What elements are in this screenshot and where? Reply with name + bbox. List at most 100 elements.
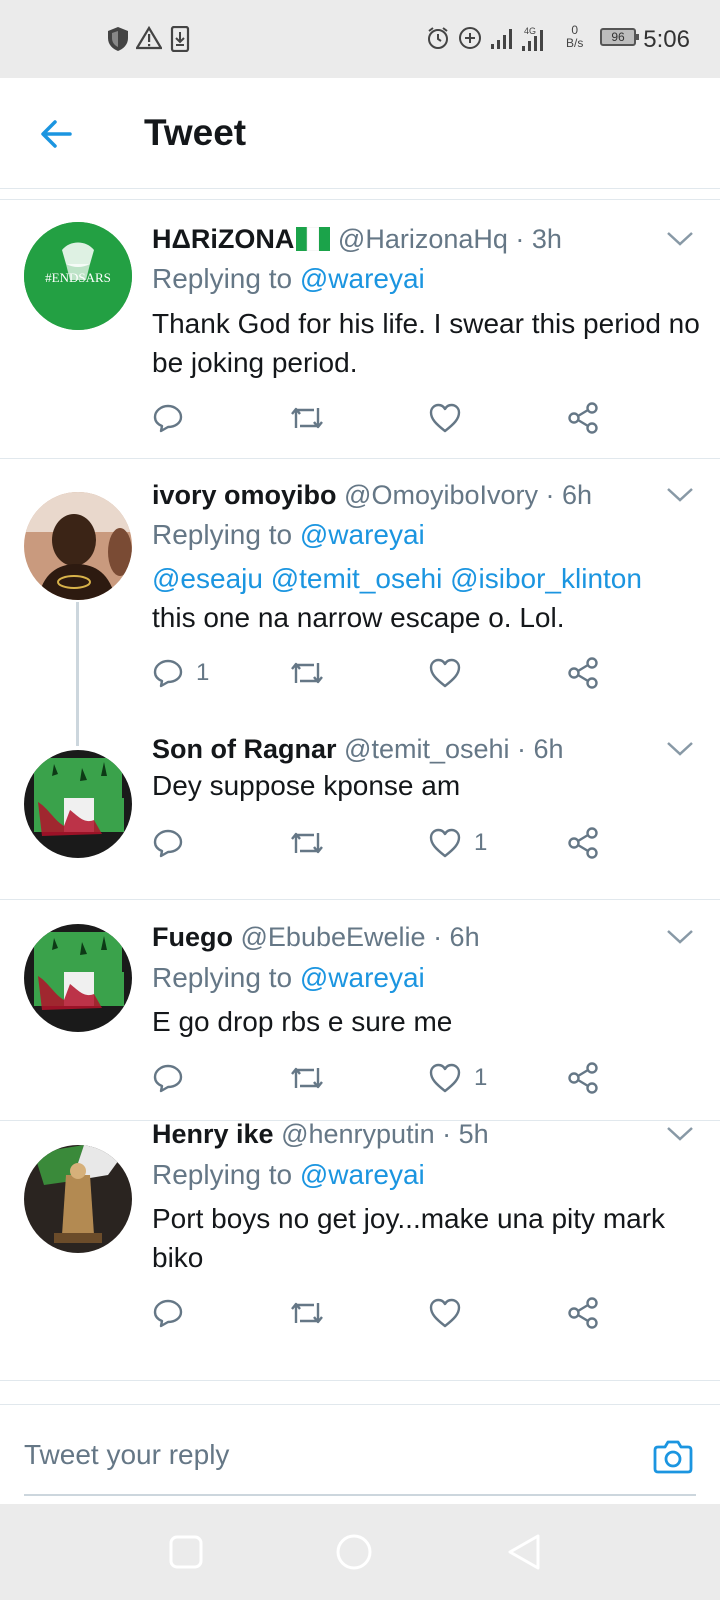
top-app-bar: Tweet [0,78,720,189]
tweet-text: E go drop rbs e sure me [152,1006,453,1037]
avatar-image [24,492,132,600]
chevron-down-icon[interactable] [666,230,694,248]
avatar[interactable] [24,750,132,858]
reply-button[interactable] [152,823,196,863]
battery-level: 96 [611,30,625,44]
battery-icon: 96 [600,28,639,46]
retweet-icon [291,662,323,684]
nigeria-flag-icon [296,226,331,252]
reply-input[interactable]: Tweet your reply [24,1439,229,1471]
share-button[interactable] [566,823,600,863]
divider [0,458,720,459]
chevron-down-icon[interactable] [666,928,694,946]
tweet-actions: 1 [152,653,622,693]
tweet-card[interactable]: Henry ike @henryputin · 5h Replying to @… [0,1119,720,1379]
avatar-text: #ENDSARS [45,270,111,285]
replying-to: Replying to @wareyai [152,962,425,993]
camera-icon[interactable] [652,1435,694,1477]
like-button[interactable] [428,1293,474,1333]
back-arrow-icon[interactable] [36,114,76,154]
display-name[interactable]: ivory omoyibo [152,480,337,510]
share-button[interactable] [566,398,600,438]
share-icon [568,657,598,689]
shield-icon [108,27,128,51]
tweet-card[interactable]: ivory omoyibo @OmoyiboIvory · 6h Replyin… [0,460,720,720]
chevron-down-icon[interactable] [666,486,694,504]
like-count: 1 [474,829,488,856]
timestamp: · 6h [517,734,564,764]
avatar-image [24,1145,132,1253]
tweet-header: Henry ike @henryputin · 5h [152,1119,489,1150]
reply-handle-link[interactable]: @wareyai [300,519,425,550]
heart-icon [429,658,461,688]
avatar-image [24,924,132,1032]
retweet-icon [291,1067,323,1089]
avatar[interactable]: #ENDSARS [24,222,132,330]
tweet-card[interactable]: #ENDSARS HΔRiZONA @HarizonaHq · 3h Reply… [0,200,720,458]
reply-button[interactable]: 1 [152,653,209,693]
net-speed: 0 B/s [566,23,584,50]
like-button[interactable]: 1 [428,823,487,863]
like-button[interactable] [428,398,474,438]
share-button[interactable] [566,653,600,693]
reply-handle-link[interactable]: @wareyai [300,1159,425,1190]
download-icon [170,26,190,52]
reply-icon [153,1299,183,1328]
tweet-header: HΔRiZONA @HarizonaHq · 3h [152,224,562,255]
retweet-button[interactable] [288,1058,326,1098]
avatar[interactable] [24,924,132,1032]
reply-composer: Tweet your reply [0,1404,720,1501]
warning-icon [136,26,162,50]
recents-button[interactable] [166,1532,206,1572]
username[interactable]: @henryputin [281,1119,435,1149]
mention-links[interactable]: @eseaju @temit_osehi @isibor_klinton [152,563,642,595]
reply-handle-link[interactable]: @wareyai [300,263,425,294]
back-button[interactable] [504,1532,544,1572]
avatar-image: #ENDSARS [24,222,132,330]
chevron-down-icon[interactable] [666,1125,694,1143]
home-button[interactable] [334,1532,374,1572]
username[interactable]: @OmoyiboIvory [344,480,538,510]
reply-count: 1 [196,659,210,686]
tweet-text: Port boys no get joy...make una pity mar… [152,1203,666,1273]
display-name[interactable]: Henry ike [152,1119,274,1149]
retweet-button[interactable] [288,1293,326,1333]
timestamp: · 6h [545,480,593,510]
display-name[interactable]: Son of Ragnar [152,734,337,764]
username[interactable]: @temit_osehi [344,734,509,764]
tweet-actions: 1 [152,823,622,863]
display-name[interactable]: Fuego [152,922,233,952]
tweet-header: Son of Ragnar @temit_osehi · 6h [152,734,564,765]
reply-handle-link[interactable]: @wareyai [300,962,425,993]
avatar[interactable] [24,492,132,600]
share-icon [568,827,598,859]
data-saver-icon [459,27,481,49]
share-button[interactable] [566,1058,600,1098]
replying-to: Replying to @wareyai [152,519,425,550]
reply-button[interactable] [152,1058,196,1098]
signal-icon [491,29,512,49]
tweet-card[interactable]: Son of Ragnar @temit_osehi · 6h Dey supp… [0,730,720,880]
display-name[interactable]: HΔRiZONA [152,224,294,254]
like-button[interactable] [428,653,474,693]
username[interactable]: @HarizonaHq [338,224,508,254]
tweet-text: this one na narrow escape o. Lol. [152,602,565,633]
retweet-button[interactable] [288,398,326,438]
signal-4g-icon: 4G [522,26,543,51]
tweet-card[interactable]: Fuego @EbubeEwelie · 6h Replying to @war… [0,900,720,1120]
reply-icon [153,404,183,433]
svg-text:4G: 4G [524,26,536,36]
avatar[interactable] [24,1145,132,1253]
retweet-button[interactable] [288,823,326,863]
username[interactable]: @EbubeEwelie [241,922,426,952]
tweet-header: Fuego @EbubeEwelie · 6h [152,922,480,953]
retweet-button[interactable] [288,653,326,693]
retweet-icon [291,1302,323,1324]
like-count: 1 [474,1064,488,1091]
share-icon [568,1297,598,1329]
chevron-down-icon[interactable] [666,740,694,758]
reply-button[interactable] [152,398,196,438]
share-button[interactable] [566,1293,600,1333]
reply-button[interactable] [152,1293,196,1333]
like-button[interactable]: 1 [428,1058,487,1098]
